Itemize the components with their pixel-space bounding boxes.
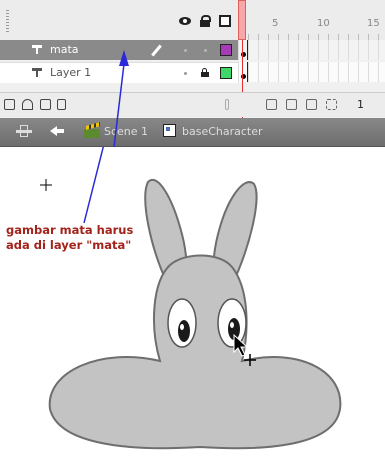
current-frame-number: 1 (357, 98, 364, 111)
modify-onion-markers-icon[interactable] (326, 99, 337, 110)
pencil-icon (150, 44, 162, 56)
scroll-to-playhead-icon[interactable] (225, 99, 229, 110)
stage-drawing (40, 147, 342, 450)
frames-row-mata[interactable] (238, 40, 385, 60)
layer-icon (32, 68, 42, 77)
registration-point-icon (40, 179, 52, 191)
frames-row-layer-1[interactable] (238, 62, 385, 82)
onion-skin-outlines-icon[interactable] (286, 99, 297, 110)
lock-dot[interactable] (204, 49, 207, 52)
timeline-header: 5 10 15 (0, 0, 385, 40)
outline-all-icon[interactable] (219, 15, 231, 27)
show-hide-all-eye-icon[interactable] (179, 15, 191, 27)
timeline-toolbar: 1 (0, 92, 385, 117)
layer-row-layer-1[interactable]: Layer 1 (0, 62, 238, 83)
panel-grip-icon[interactable] (6, 10, 9, 32)
left-eye[interactable] (167, 298, 197, 348)
playhead-handle[interactable] (238, 0, 246, 40)
layer-name: Layer 1 (50, 66, 92, 79)
timeline-panel: 5 10 15 mata Layer 1 1 (0, 0, 385, 119)
annotation-arrow (83, 147, 105, 224)
visibility-dot[interactable] (184, 49, 187, 52)
layer-row-mata[interactable]: mata (0, 40, 238, 60)
new-folder-icon[interactable] (40, 99, 51, 110)
ruler-number: 10 (317, 18, 330, 29)
lock-icon[interactable] (200, 68, 209, 77)
edit-bar: Scene 1 baseCharacter (0, 118, 385, 147)
visibility-dot[interactable] (184, 72, 187, 75)
annotation-line: gambar mata harus (6, 223, 134, 237)
outline-color-swatch[interactable] (220, 44, 232, 56)
layer-icon (32, 45, 42, 54)
flash-authoring-window: 5 10 15 mata Layer 1 1 Scene 1 baseChara… (0, 0, 385, 476)
ruler-number: 15 (367, 18, 380, 29)
lock-all-icon[interactable] (199, 15, 211, 27)
outline-color-swatch[interactable] (220, 67, 232, 79)
breadcrumb-scene[interactable]: Scene 1 (104, 125, 148, 138)
timeline-toggle-icon[interactable] (16, 124, 32, 138)
annotation-text: gambar mata harus ada di layer "mata" (6, 223, 156, 253)
onion-skin-icon[interactable] (266, 99, 277, 110)
frame-ruler[interactable]: 5 10 15 (238, 0, 385, 40)
stage-canvas[interactable]: gambar mata harus ada di layer "mata" (0, 147, 385, 476)
new-layer-icon[interactable] (4, 99, 15, 110)
layer-name: mata (50, 43, 79, 56)
scene-clapper-icon[interactable] (84, 124, 100, 138)
annotation-line: ada di layer "mata" (6, 238, 132, 252)
right-eye[interactable] (217, 298, 247, 348)
movieclip-symbol-icon (163, 124, 176, 137)
breadcrumb-symbol[interactable]: baseCharacter (182, 125, 263, 138)
edit-multiple-frames-icon[interactable] (306, 99, 317, 110)
back-arrow-icon[interactable] (50, 124, 64, 138)
delete-layer-icon[interactable] (57, 99, 66, 110)
add-motion-guide-icon[interactable] (22, 99, 33, 110)
ruler-number: 5 (272, 18, 279, 29)
